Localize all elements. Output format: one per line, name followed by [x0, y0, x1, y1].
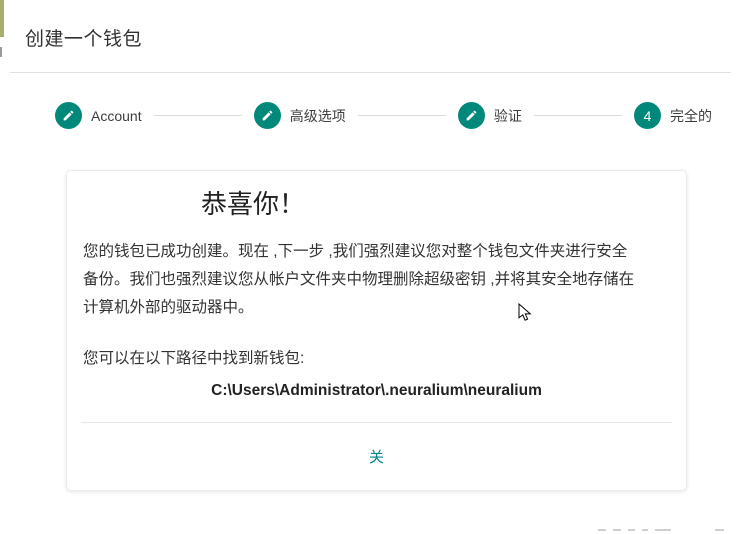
step-label-verify: 验证	[493, 107, 522, 124]
stepper-connector	[153, 115, 242, 116]
page-title: 创建一个钱包	[25, 29, 143, 50]
body-line: 您的钱包已成功创建。现在 ,下一步 ,我们强烈建议您对整个钱包文件夹进行安全	[83, 243, 628, 260]
step-indicator: 4	[634, 102, 662, 129]
stepper-connector	[533, 115, 623, 116]
step-label-advanced-options: 高级选项	[289, 107, 346, 124]
step-complete[interactable]: 4 完全的	[634, 102, 712, 129]
congratulations-card: 恭喜你！ 您的钱包已成功创建。现在 ,下一步 ,我们强烈建议您对整个钱包文件夹进…	[66, 170, 687, 491]
wallet-created-text: 您的钱包已成功创建。现在 ,下一步 ,我们强烈建议您对整个钱包文件夹进行安全 备…	[83, 238, 670, 322]
path-intro-text: 您可以在以下路径中找到新钱包:	[83, 350, 305, 367]
edit-pencil-icon	[262, 110, 273, 121]
body-line: 备份。我们也强烈建议您从帐户文件夹中物理删除超级密钥 ,并将其安全地存储在	[83, 271, 635, 288]
card-heading: 恭喜你！	[200, 189, 305, 219]
edit-pencil-icon	[63, 110, 74, 121]
page-header: 创建一个钱包	[0, 0, 737, 51]
screen-edge-artifact	[0, 0, 4, 37]
stepper-connector	[357, 115, 446, 116]
card-footer: 关	[67, 423, 686, 490]
watermark-remnant	[598, 528, 733, 531]
step-indicator	[253, 102, 281, 129]
body-line: 计算机外部的驱动器中。	[83, 299, 254, 316]
step-label-complete: 完全的	[670, 107, 713, 124]
wizard-stepper: Account 高级选项 验证 4 完全的	[0, 102, 737, 129]
card-body: 您的钱包已成功创建。现在 ,下一步 ,我们强烈建议您对整个钱包文件夹进行安全 备…	[67, 238, 686, 400]
edit-pencil-icon	[466, 110, 477, 121]
step-indicator	[457, 102, 485, 129]
step-indicator	[55, 102, 82, 129]
screen-edge-tick	[0, 47, 2, 57]
step-number: 4	[643, 107, 652, 124]
step-verify[interactable]: 验证	[457, 102, 522, 129]
wallet-path: C:\Users\Administrator\.neuralium\neural…	[211, 382, 542, 399]
step-label-account: Account	[91, 107, 142, 124]
header-divider	[10, 72, 731, 73]
mouse-cursor	[518, 303, 532, 321]
step-advanced-options[interactable]: 高级选项	[253, 102, 346, 129]
step-account[interactable]: Account	[55, 102, 142, 129]
close-button[interactable]: 关	[369, 446, 384, 467]
